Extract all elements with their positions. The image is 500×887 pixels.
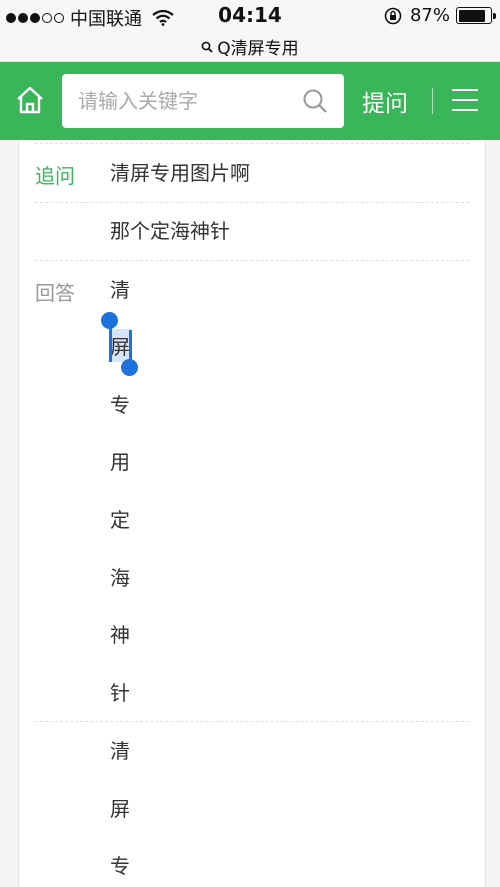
answer-char: 海: [110, 566, 130, 590]
search-input[interactable]: [78, 74, 298, 128]
selection-end-handle[interactable]: [121, 359, 138, 376]
answer-char: 定: [110, 508, 130, 532]
selection-start-handle[interactable]: [101, 312, 118, 329]
divider: [35, 143, 469, 144]
selection-start-bar: [109, 328, 112, 362]
answer-label: 回答: [35, 281, 75, 305]
divider: [35, 260, 469, 261]
answer-char: 专: [110, 393, 130, 417]
search-icon[interactable]: [302, 88, 328, 114]
divider: [35, 202, 469, 203]
battery-percent: 87%: [409, 5, 450, 26]
answer-char: 神: [110, 623, 130, 647]
followup-line-1: 清屏专用图片啊: [110, 161, 250, 185]
answer-char: 清: [110, 739, 130, 763]
rotation-lock-icon: [384, 7, 402, 24]
followup-line-2: 那个定海神针: [110, 219, 230, 243]
answer-char: 专: [110, 854, 130, 878]
header-divider: [432, 88, 433, 114]
status-right: 87%: [384, 5, 496, 26]
url-bar[interactable]: Q清屏专用: [0, 32, 500, 62]
answer-char: 屏: [110, 335, 130, 359]
divider: [35, 721, 469, 722]
status-bar: 中国联通 04:14 87%: [0, 0, 500, 32]
thread-content: 追问 清屏专用图片啊 那个定海神针 回答 清 屏 专 用 定 海 神 针 清 屏…: [18, 140, 486, 887]
home-icon[interactable]: [14, 84, 46, 116]
followup-label: 追问: [35, 164, 75, 188]
hamburger-menu-icon[interactable]: [452, 89, 478, 111]
answer-char: 清: [110, 278, 130, 302]
answer-char: 针: [110, 681, 130, 705]
battery-icon: [456, 7, 496, 24]
search-icon: [201, 41, 213, 53]
answer-char: 屏: [110, 797, 130, 821]
url-title: Q清屏专用: [217, 39, 299, 59]
header: 提问: [0, 62, 500, 140]
ask-question-button[interactable]: 提问: [362, 84, 408, 118]
search-box: [62, 74, 344, 128]
answer-char: 用: [110, 450, 130, 474]
